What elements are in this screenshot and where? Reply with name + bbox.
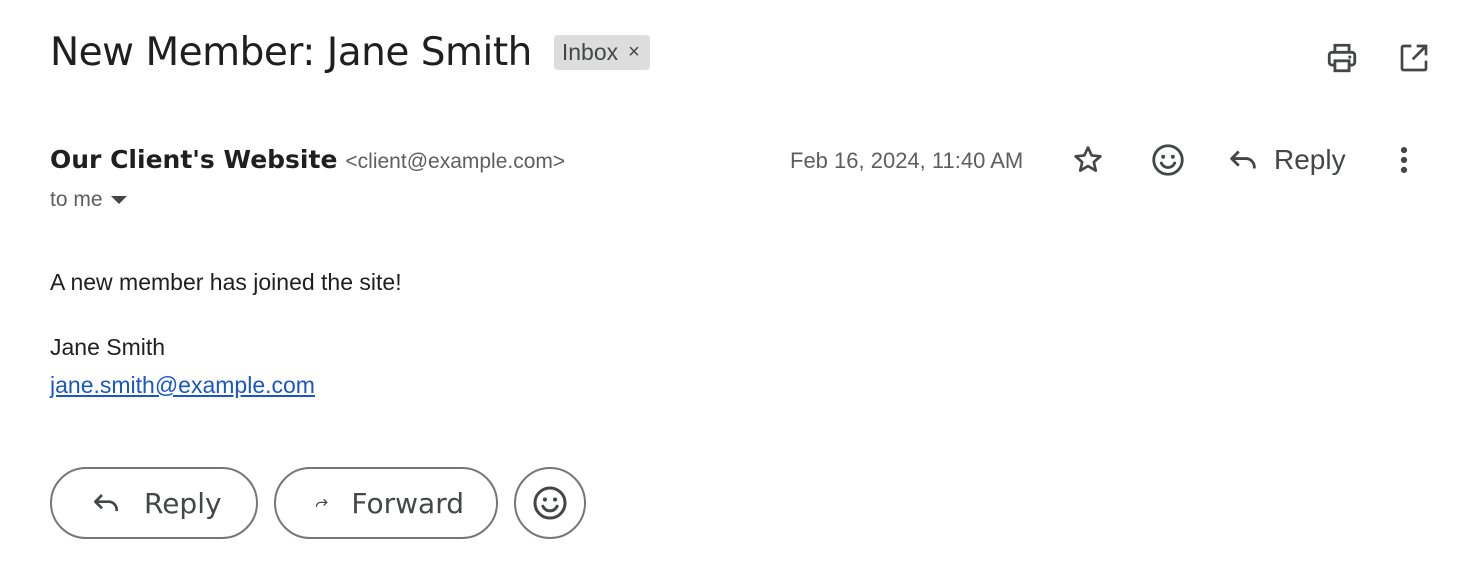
react-button[interactable] xyxy=(514,467,586,539)
reply-button-label: Reply xyxy=(144,486,222,520)
recipient-row: to me xyxy=(50,188,127,212)
recipient-text: to me xyxy=(50,188,103,211)
reply-header-button[interactable]: Reply xyxy=(1226,143,1346,177)
sender-name[interactable]: Our Client's Website xyxy=(50,145,337,174)
more-options-button[interactable] xyxy=(1384,140,1424,180)
reply-arrow-icon xyxy=(1230,150,1256,169)
member-email-link[interactable]: jane.smith@example.com xyxy=(50,371,315,401)
reply-header-label: Reply xyxy=(1274,144,1346,175)
body-intro: A new member has joined the site! xyxy=(50,269,402,295)
forward-button-label: Forward xyxy=(351,486,464,520)
sender-row: Our Client's Website <client@example.com… xyxy=(50,145,565,174)
email-subject: New Member: Jane Smith xyxy=(50,30,532,75)
star-button[interactable] xyxy=(1068,140,1108,180)
inbox-label-text: Inbox xyxy=(561,39,619,65)
print-button[interactable] xyxy=(1322,38,1362,78)
sender-email: <client@example.com> xyxy=(345,150,566,173)
email-date: Feb 16, 2024, 11:40 AM xyxy=(790,148,1024,173)
bottom-actions: Reply Forward xyxy=(50,467,586,539)
remove-label-icon[interactable]: × xyxy=(628,41,640,64)
emoji-icon xyxy=(1152,144,1184,176)
more-vertical-icon xyxy=(1400,146,1407,174)
emoji-icon xyxy=(533,486,567,520)
reply-button[interactable]: Reply xyxy=(50,467,258,539)
show-details-dropdown-icon[interactable] xyxy=(110,196,127,204)
inbox-label-chip[interactable]: Inbox × xyxy=(553,35,650,70)
message-actions: Reply xyxy=(1068,140,1424,180)
member-name: Jane Smith xyxy=(50,333,166,360)
email-body: A new member has joined the site! Jane S… xyxy=(50,268,402,401)
subject-row: New Member: Jane Smith Inbox × xyxy=(50,30,650,75)
reply-arrow-icon xyxy=(94,494,118,511)
add-reaction-button[interactable] xyxy=(1148,140,1188,180)
forward-arrow-icon xyxy=(315,498,328,507)
print-icon xyxy=(1327,43,1357,73)
forward-button[interactable]: Forward xyxy=(274,467,498,539)
top-toolbar xyxy=(1322,38,1434,78)
star-icon xyxy=(1074,146,1102,172)
open-in-new-window-icon xyxy=(1400,44,1428,72)
open-in-new-window-button[interactable] xyxy=(1394,38,1434,78)
